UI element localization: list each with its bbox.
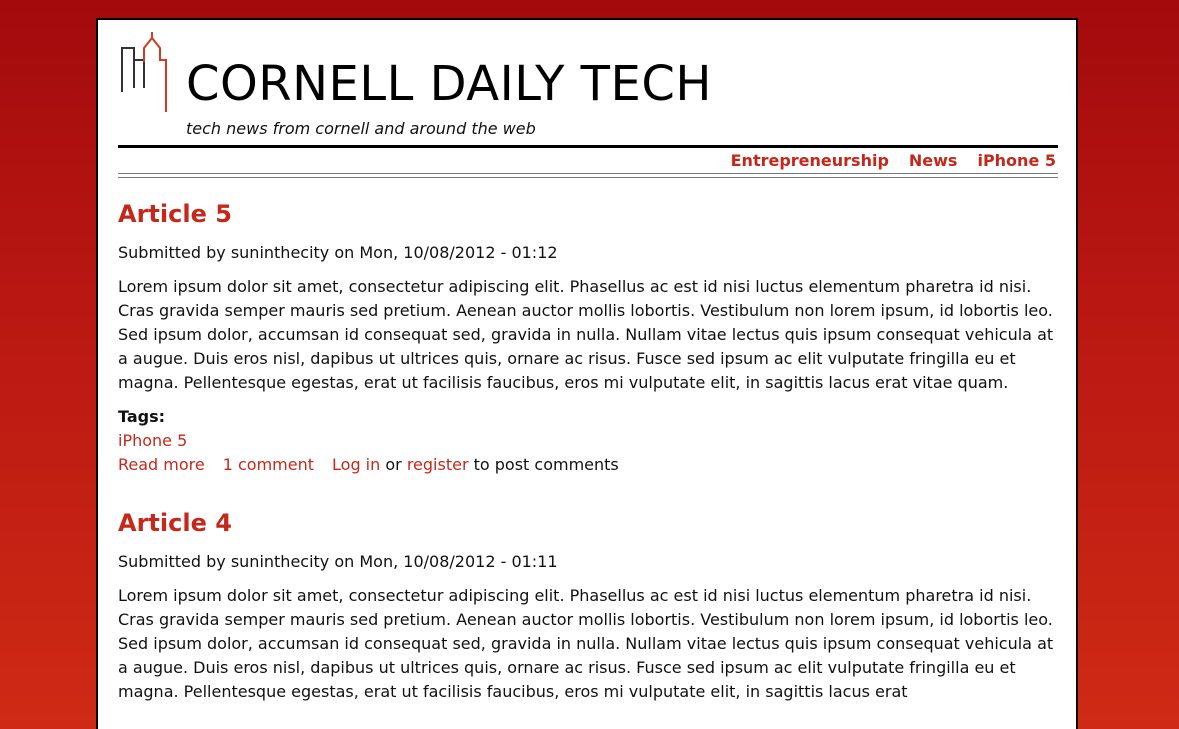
city-skyline-logo-icon[interactable] xyxy=(118,30,174,112)
article-body: Lorem ipsum dolor sit amet, consectetur … xyxy=(118,277,1054,392)
article-title[interactable]: Article 4 xyxy=(118,507,1058,539)
header-divider-top xyxy=(118,145,1058,148)
nav-item-iphone-5[interactable]: iPhone 5 xyxy=(977,151,1056,170)
site-header: CORNELL DAILY TECH tech news from cornel… xyxy=(118,30,1058,140)
page-container: CORNELL DAILY TECH tech news from cornel… xyxy=(96,18,1078,729)
article-links: Read more 1 comment Log in or register to … xyxy=(118,453,1058,477)
article-submitted-info: Submitted by suninthecity on Mon, 10/08/… xyxy=(118,243,558,262)
article-body: Lorem ipsum dolor sit amet, consectetur … xyxy=(118,586,1054,701)
article-4: Article 4 Submitted by suninthecity on M… xyxy=(118,507,1058,704)
comments-link[interactable]: 1 comment xyxy=(223,455,314,474)
main-content: Article 5 Submitted by suninthecity on M… xyxy=(118,198,1058,729)
article-title[interactable]: Article 5 xyxy=(118,198,1058,230)
header-divider-bottom xyxy=(118,173,1058,178)
tag-list: iPhone 5 xyxy=(118,429,1058,453)
nav-item-news[interactable]: News xyxy=(909,151,958,170)
login-link[interactable]: Log in xyxy=(332,455,380,474)
tags-label: Tags: xyxy=(118,407,166,426)
site-slogan: tech news from cornell and around the we… xyxy=(186,119,536,138)
register-link[interactable]: register xyxy=(407,455,469,474)
read-more-link[interactable]: Read more xyxy=(118,455,205,474)
nav-item-entrepreneurship[interactable]: Entrepreneurship xyxy=(731,151,889,170)
article-submitted-info: Submitted by suninthecity on Mon, 10/08/… xyxy=(118,552,558,571)
site-title[interactable]: CORNELL DAILY TECH xyxy=(186,56,712,112)
post-comments-text: to post comments xyxy=(473,455,619,474)
or-text: or xyxy=(385,455,402,474)
article-5: Article 5 Submitted by suninthecity on M… xyxy=(118,198,1058,477)
main-nav: Entrepreneurship News iPhone 5 xyxy=(731,151,1056,170)
tag-link-iphone-5[interactable]: iPhone 5 xyxy=(118,431,187,450)
